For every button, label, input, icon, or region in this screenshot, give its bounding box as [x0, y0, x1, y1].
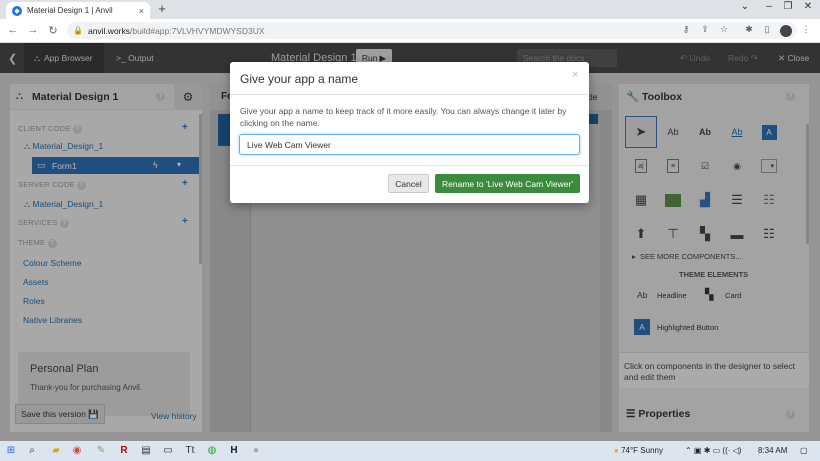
sidepanel-icon[interactable]: ▯	[761, 24, 773, 35]
back-icon[interactable]: ←	[6, 24, 20, 36]
tab-title: Material Design 1 | Anvil	[27, 6, 113, 15]
menu-icon[interactable]: ⋮	[800, 24, 812, 35]
star-icon[interactable]: ☆	[718, 24, 730, 35]
tab-close-icon[interactable]: ×	[139, 6, 144, 16]
sun-icon: ●	[614, 446, 619, 455]
terminal-app-icon[interactable]: ▭	[162, 445, 174, 457]
notepad-icon[interactable]: ✎	[95, 445, 107, 457]
dialog-body-text: Give your app a name to keep track of it…	[240, 106, 567, 128]
windows-taskbar: ⊞ ⌕ ▰ ◉ ✎ R ▤ ▭ Tt ◍ H ● ● 74°F Sunny ⌃ …	[0, 441, 820, 461]
lock-icon: 🔒	[73, 26, 83, 35]
app-green-icon[interactable]: ◍	[206, 445, 218, 457]
close-window-icon[interactable]: ✕	[801, 1, 815, 12]
extensions-icon[interactable]: ✱	[743, 24, 755, 35]
url-text: anvil.works/build#app:7VLVHVYMDWYSD3UX	[87, 25, 265, 36]
cancel-button[interactable]: Cancel	[388, 174, 429, 193]
tray-icons[interactable]: ⌃ ▣ ✱ ▭ ((· ◁)	[685, 446, 741, 455]
reload-icon[interactable]: ↻	[46, 24, 60, 37]
search-icon[interactable]: ⌕	[26, 445, 38, 457]
divider	[230, 94, 589, 95]
app-h-icon[interactable]: H	[228, 445, 240, 457]
windows-start-icon[interactable]: ⊞	[5, 445, 17, 457]
notifications-icon[interactable]: ▢	[800, 446, 808, 455]
app-name-input[interactable]	[239, 134, 580, 155]
key-icon[interactable]: ⚷	[680, 24, 692, 35]
share-icon[interactable]: ⇪	[699, 24, 711, 35]
new-tab-button[interactable]: +	[155, 1, 169, 16]
anvil-favicon-icon: ◆	[12, 5, 22, 16]
browser-tab-strip: ◆ Material Design 1 | Anvil × + ⌄ – ❐ ✕	[0, 0, 820, 19]
tab-search-icon[interactable]: ⌄	[738, 1, 752, 12]
profile-avatar[interactable]	[780, 25, 792, 37]
browser-tab[interactable]: ◆ Material Design 1 | Anvil ×	[6, 2, 150, 19]
app-ball-icon[interactable]: ●	[250, 445, 262, 457]
dialog-title: Give your app a name	[240, 72, 359, 86]
restore-icon[interactable]: ❐	[781, 1, 795, 12]
divider	[230, 165, 589, 166]
clock[interactable]: 8:34 AM	[758, 446, 787, 455]
rename-button[interactable]: Rename to 'Live Web Cam Viewer'	[435, 174, 580, 193]
dialog-close-icon[interactable]: ×	[572, 69, 578, 81]
app-r-icon[interactable]: R	[118, 445, 130, 457]
address-bar: ← → ↻ 🔒 anvil.works/build#app:7VLVHVYMDW…	[0, 19, 820, 43]
file-explorer-icon[interactable]: ▰	[50, 445, 62, 457]
text-app-icon[interactable]: Tt	[184, 445, 196, 457]
minimize-icon[interactable]: –	[762, 1, 776, 12]
weather-widget[interactable]: ● 74°F Sunny	[614, 446, 663, 455]
app-window-icon[interactable]: ▤	[140, 445, 152, 457]
chrome-icon[interactable]: ◉	[71, 445, 83, 457]
forward-icon[interactable]: →	[26, 24, 40, 36]
rename-app-dialog: Give your app a name × Give your app a n…	[230, 62, 589, 203]
